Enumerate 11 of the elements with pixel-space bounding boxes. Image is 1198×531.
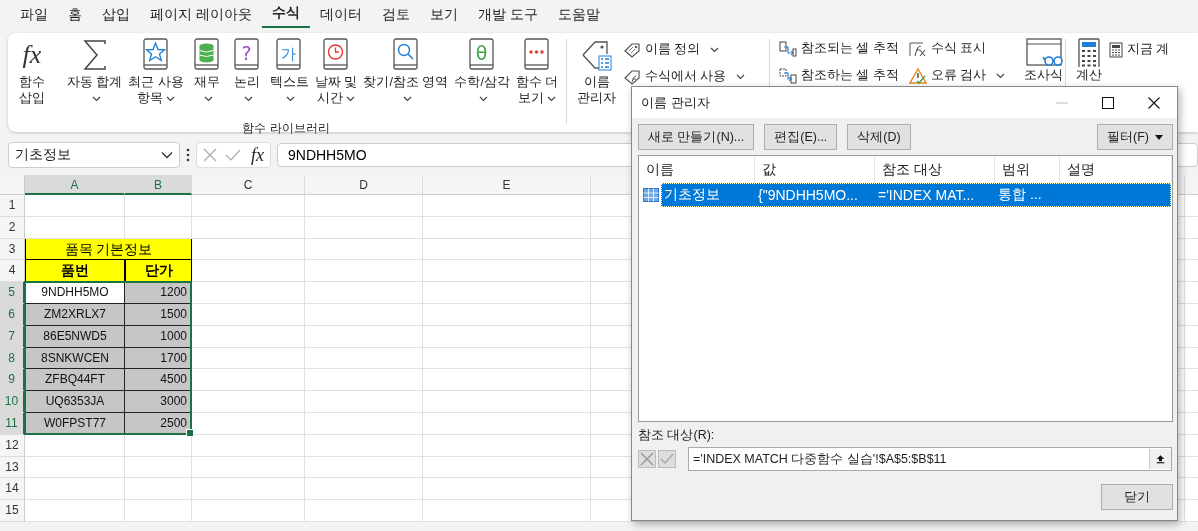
group-label: 함수 라이브러리 bbox=[241, 120, 331, 137]
list-cell-text: {"9NDHH5MO... bbox=[757, 187, 859, 203]
function-icon: fx bbox=[15, 38, 49, 72]
field-label: 참조 대상(R): bbox=[638, 427, 716, 444]
table-cell: 단가 bbox=[125, 260, 192, 283]
list-cell-text: 기초정보 bbox=[663, 186, 721, 204]
table-cell: 품목 기본정보 bbox=[25, 238, 192, 261]
list-cell-text: 통합 ... bbox=[997, 186, 1043, 204]
table-cell: 품번 bbox=[25, 260, 125, 283]
list-cell-text: ='INDEX MAT... bbox=[877, 187, 976, 203]
window-title: 이름 관리자 bbox=[641, 93, 710, 112]
